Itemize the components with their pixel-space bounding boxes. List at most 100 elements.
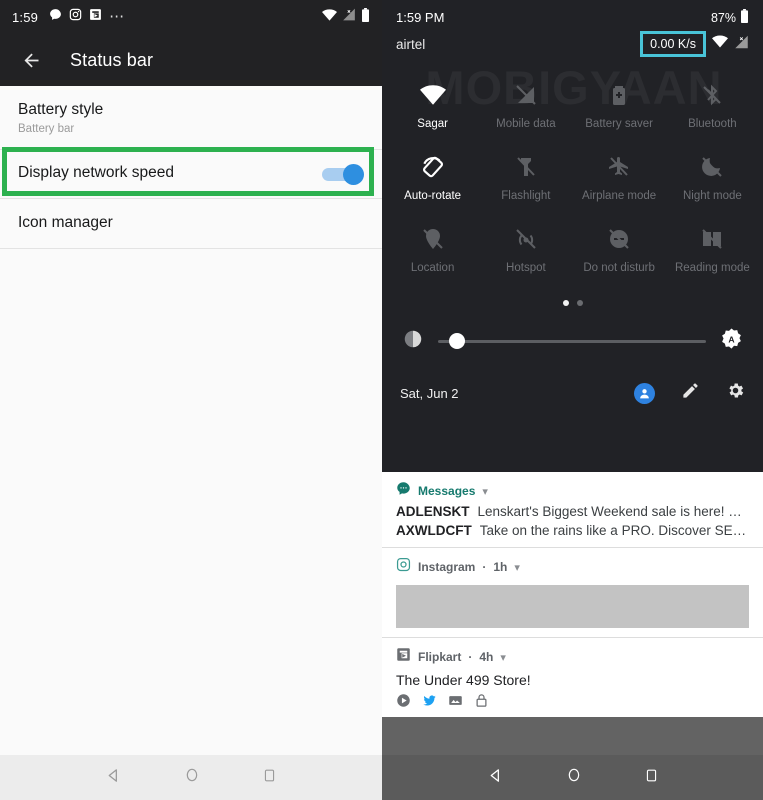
carrier-label: airtel [396,36,426,52]
back-arrow-icon[interactable] [18,47,44,73]
notification-shade: Messages ▾ ADLENSKT Lenskart's Biggest W… [382,472,763,723]
notification-separator: · [468,650,473,664]
qs-time: 1:59 PM [396,10,445,25]
quick-settings-page-indicator [382,300,763,306]
recents-nav-icon[interactable] [644,768,659,788]
tile-wifi[interactable]: Sagar [386,74,479,146]
chevron-down-icon[interactable]: ▾ [500,651,506,664]
tile-label: Bluetooth [688,118,737,130]
status-bar-notification-icons: ⋯ [49,8,125,26]
tile-do-not-disturb[interactable]: Do not disturb [573,218,666,290]
tile-reading-mode[interactable]: Reading mode [666,218,759,290]
tile-auto-rotate[interactable]: Auto-rotate [386,146,479,218]
tile-row-1: Sagar Mobile data Battery saver Bluetoot… [386,74,759,146]
flashlight-off-icon [514,154,538,180]
setting-subtitle: Battery bar [18,122,75,135]
instagram-icon [396,557,411,577]
home-nav-icon[interactable] [566,767,582,788]
qs-battery-status: 87% [711,9,749,26]
tile-label: Reading mode [674,262,750,274]
notification-header: Messages ▾ [396,482,749,500]
dual-phone-screenshot: 1:59 ⋯ Status bar Battery style Battery … [0,0,763,800]
messages-icon [49,8,62,26]
tile-label: Night mode [682,190,742,202]
flipkart-icon [89,8,102,26]
message-sender: ADLENSKT [396,504,470,519]
brightness-icon [402,328,424,355]
lock-icon[interactable] [474,693,489,713]
recents-nav-icon[interactable] [262,768,277,788]
tile-location[interactable]: Location [386,218,479,290]
tile-label: Location [410,262,455,274]
toggle-knob [343,163,364,185]
back-nav-icon[interactable] [487,767,504,789]
image-icon[interactable] [448,693,463,713]
notification-action-icons [396,693,749,713]
battery-percent-label: 87% [710,10,736,25]
left-phone-panel: 1:59 ⋯ Status bar Battery style Battery … [0,0,382,800]
user-avatar[interactable] [634,382,655,404]
setting-title: Battery style [18,101,104,118]
tile-flashlight[interactable]: Flashlight [479,146,572,218]
page-title: Status bar [70,49,154,70]
brightness-slider-knob[interactable] [448,333,465,349]
tile-label: Sagar [417,118,448,130]
auto-rotate-icon [420,154,446,180]
brightness-slider[interactable] [438,333,706,349]
notification-image [396,585,749,628]
tile-battery-saver[interactable]: Battery saver [573,74,666,146]
chevron-down-icon[interactable]: ▾ [514,561,520,574]
qs-date-label: Sat, Jun 2 [400,385,459,401]
page-dot-2[interactable] [576,300,583,306]
tile-label: Hotspot [506,262,546,274]
back-nav-icon[interactable] [105,767,122,789]
hotspot-off-icon [514,226,538,252]
message-body: Lenskart's Biggest Weekend sale is here!… [477,504,750,519]
wifi-icon [322,8,337,26]
tile-bluetooth[interactable]: Bluetooth [666,74,759,146]
tile-mobile-data[interactable]: Mobile data [479,74,572,146]
notification-time: 4h [479,650,494,664]
mobile-data-off-icon [514,82,538,108]
notification-app-name: Instagram [418,560,476,574]
cellular-off-icon [342,8,356,26]
qs-system-icons: 0.00 K/s [640,30,749,58]
notification-messages[interactable]: Messages ▾ ADLENSKT Lenskart's Biggest W… [382,472,763,548]
notification-header: Instagram · 1h ▾ [396,557,749,577]
tile-night-mode[interactable]: Night mode [666,146,759,218]
auto-brightness-icon[interactable]: A [720,327,743,355]
tile-label: Flashlight [501,190,551,202]
notification-message-row: AXWLDCFT Take on the rains like a PRO. D… [396,523,749,538]
network-speed-toggle[interactable] [322,163,364,185]
tile-airplane-mode[interactable]: Airplane mode [573,146,666,218]
home-nav-icon[interactable] [184,767,200,788]
tile-hotspot[interactable]: Hotspot [479,218,572,290]
tile-label: Battery saver [585,118,653,130]
play-icon[interactable] [396,693,411,713]
chevron-down-icon[interactable]: ▾ [482,485,488,498]
setting-row-display-network-speed[interactable]: Display network speed [0,149,382,199]
setting-row-battery-style[interactable]: Battery style Battery bar [0,86,382,150]
twitter-icon[interactable] [422,693,437,713]
left-app-bar: Status bar [0,34,382,86]
setting-row-icon-manager[interactable]: Icon manager [0,198,382,249]
messages-icon [396,481,411,501]
quick-settings-footer: Sat, Jun 2 [382,381,763,405]
setting-title: Icon manager [18,213,113,231]
cellular-off-icon [734,35,749,54]
tile-label: Auto-rotate [404,190,462,202]
notification-message-row: ADLENSKT Lenskart's Biggest Weekend sale… [396,504,749,519]
tile-label: Airplane mode [582,190,657,202]
notification-flipkart[interactable]: Flipkart · 4h ▾ The Under 499 Store! [382,638,763,723]
qs-footer-actions [634,381,745,405]
battery-icon [361,7,370,27]
tile-row-3: Location Hotspot Do not disturb Reading … [386,218,759,290]
page-dot-1[interactable] [562,300,569,306]
wifi-icon [712,35,728,53]
night-mode-off-icon [700,154,724,180]
notification-instagram[interactable]: Instagram · 1h ▾ [382,548,763,638]
settings-gear-icon[interactable] [726,381,745,405]
tile-label: Do not disturb [583,262,655,274]
edit-icon[interactable] [681,381,700,405]
tile-row-2: Auto-rotate Flashlight Airplane mode Nig… [386,146,759,218]
